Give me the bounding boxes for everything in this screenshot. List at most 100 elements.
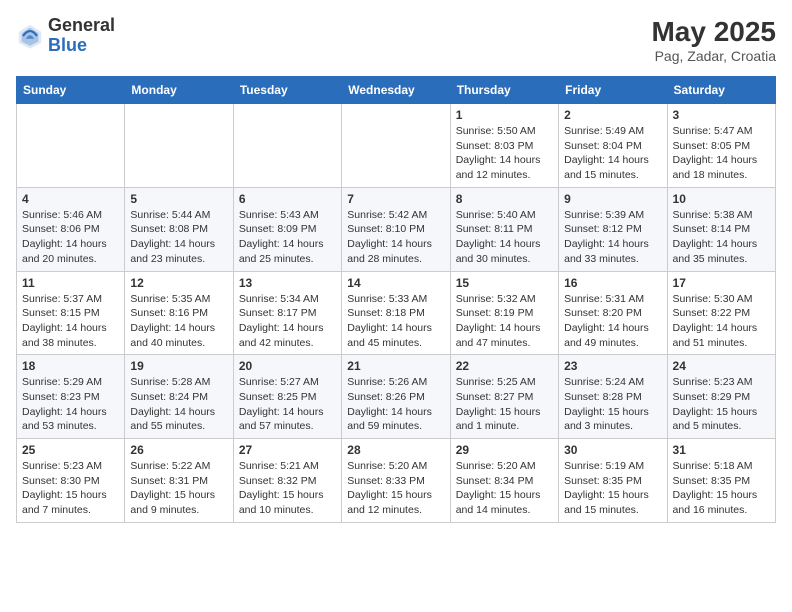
weekday-header-saturday: Saturday [667,77,775,104]
day-info: Sunrise: 5:47 AMSunset: 8:05 PMDaylight:… [673,124,770,183]
day-number: 1 [456,108,553,122]
title-block: May 2025 Pag, Zadar, Croatia [651,16,776,64]
weekday-header-wednesday: Wednesday [342,77,450,104]
day-info: Sunrise: 5:40 AMSunset: 8:11 PMDaylight:… [456,208,553,267]
day-info: Sunrise: 5:23 AMSunset: 8:30 PMDaylight:… [22,459,119,518]
day-info: Sunrise: 5:26 AMSunset: 8:26 PMDaylight:… [347,375,444,434]
day-number: 21 [347,359,444,373]
day-info: Sunrise: 5:23 AMSunset: 8:29 PMDaylight:… [673,375,770,434]
day-info: Sunrise: 5:32 AMSunset: 8:19 PMDaylight:… [456,292,553,351]
month-year-title: May 2025 [651,16,776,48]
day-info: Sunrise: 5:31 AMSunset: 8:20 PMDaylight:… [564,292,661,351]
day-number: 20 [239,359,336,373]
day-number: 23 [564,359,661,373]
day-number: 13 [239,276,336,290]
weekday-header-friday: Friday [559,77,667,104]
day-number: 8 [456,192,553,206]
weekday-header-monday: Monday [125,77,233,104]
calendar-cell: 12 Sunrise: 5:35 AMSunset: 8:16 PMDayligh… [125,271,233,355]
day-number: 17 [673,276,770,290]
day-info: Sunrise: 5:43 AMSunset: 8:09 PMDaylight:… [239,208,336,267]
day-info: Sunrise: 5:20 AMSunset: 8:34 PMDaylight:… [456,459,553,518]
day-info: Sunrise: 5:28 AMSunset: 8:24 PMDaylight:… [130,375,227,434]
calendar-cell: 28 Sunrise: 5:20 AMSunset: 8:33 PMDayligh… [342,439,450,523]
calendar-header-row: SundayMondayTuesdayWednesdayThursdayFrid… [17,77,776,104]
logo-text: General Blue [48,16,115,56]
weekday-header-sunday: Sunday [17,77,125,104]
calendar-cell: 17 Sunrise: 5:30 AMSunset: 8:22 PMDayligh… [667,271,775,355]
day-info: Sunrise: 5:42 AMSunset: 8:10 PMDaylight:… [347,208,444,267]
calendar-cell: 20 Sunrise: 5:27 AMSunset: 8:25 PMDayligh… [233,355,341,439]
calendar-week-row: 1 Sunrise: 5:50 AMSunset: 8:03 PMDaylight… [17,104,776,188]
calendar-table: SundayMondayTuesdayWednesdayThursdayFrid… [16,76,776,523]
day-number: 28 [347,443,444,457]
day-number: 22 [456,359,553,373]
day-number: 7 [347,192,444,206]
calendar-cell: 6 Sunrise: 5:43 AMSunset: 8:09 PMDaylight… [233,187,341,271]
day-info: Sunrise: 5:33 AMSunset: 8:18 PMDaylight:… [347,292,444,351]
day-info: Sunrise: 5:27 AMSunset: 8:25 PMDaylight:… [239,375,336,434]
day-info: Sunrise: 5:29 AMSunset: 8:23 PMDaylight:… [22,375,119,434]
calendar-cell: 5 Sunrise: 5:44 AMSunset: 8:08 PMDaylight… [125,187,233,271]
day-number: 3 [673,108,770,122]
day-number: 24 [673,359,770,373]
day-number: 27 [239,443,336,457]
day-number: 6 [239,192,336,206]
day-number: 4 [22,192,119,206]
calendar-week-row: 18 Sunrise: 5:29 AMSunset: 8:23 PMDayligh… [17,355,776,439]
logo-general-text: General [48,15,115,35]
day-number: 12 [130,276,227,290]
day-number: 11 [22,276,119,290]
day-info: Sunrise: 5:25 AMSunset: 8:27 PMDaylight:… [456,375,553,434]
day-info: Sunrise: 5:30 AMSunset: 8:22 PMDaylight:… [673,292,770,351]
day-number: 15 [456,276,553,290]
calendar-week-row: 11Sunrise: 5:37 AMSunset: 8:15 PMDayligh… [17,271,776,355]
logo: General Blue [16,16,115,56]
calendar-cell: 9Sunrise: 5:39 AMSunset: 8:12 PMDaylight… [559,187,667,271]
calendar-cell [125,104,233,188]
calendar-cell: 14Sunrise: 5:33 AMSunset: 8:18 PMDayligh… [342,271,450,355]
calendar-cell: 8 Sunrise: 5:40 AMSunset: 8:11 PMDaylight… [450,187,558,271]
day-number: 26 [130,443,227,457]
weekday-header-thursday: Thursday [450,77,558,104]
calendar-cell: 27Sunrise: 5:21 AMSunset: 8:32 PMDayligh… [233,439,341,523]
day-number: 31 [673,443,770,457]
calendar-cell: 1 Sunrise: 5:50 AMSunset: 8:03 PMDaylight… [450,104,558,188]
calendar-cell: 19 Sunrise: 5:28 AMSunset: 8:24 PMDayligh… [125,355,233,439]
day-number: 10 [673,192,770,206]
day-number: 25 [22,443,119,457]
day-info: Sunrise: 5:46 AMSunset: 8:06 PMDaylight:… [22,208,119,267]
calendar-cell: 3 Sunrise: 5:47 AMSunset: 8:05 PMDaylight… [667,104,775,188]
day-info: Sunrise: 5:22 AMSunset: 8:31 PMDaylight:… [130,459,227,518]
day-info: Sunrise: 5:18 AMSunset: 8:35 PMDaylight:… [673,459,770,518]
day-number: 30 [564,443,661,457]
calendar-cell: 7 Sunrise: 5:42 AMSunset: 8:10 PMDaylight… [342,187,450,271]
day-info: Sunrise: 5:38 AMSunset: 8:14 PMDaylight:… [673,208,770,267]
calendar-cell: 22 Sunrise: 5:25 AMSunset: 8:27 PMDayligh… [450,355,558,439]
calendar-cell: 25 Sunrise: 5:23 AMSunset: 8:30 PMDayligh… [17,439,125,523]
day-info: Sunrise: 5:44 AMSunset: 8:08 PMDaylight:… [130,208,227,267]
logo-icon [16,22,44,50]
day-info: Sunrise: 5:35 AMSunset: 8:16 PMDaylight:… [130,292,227,351]
calendar-cell: 24 Sunrise: 5:23 AMSunset: 8:29 PMDayligh… [667,355,775,439]
day-info: Sunrise: 5:34 AMSunset: 8:17 PMDaylight:… [239,292,336,351]
calendar-cell: 15 Sunrise: 5:32 AMSunset: 8:19 PMDayligh… [450,271,558,355]
calendar-cell [233,104,341,188]
calendar-cell: 21 Sunrise: 5:26 AMSunset: 8:26 PMDayligh… [342,355,450,439]
day-number: 16 [564,276,661,290]
day-number: 29 [456,443,553,457]
calendar-cell [17,104,125,188]
day-number: 18 [22,359,119,373]
calendar-cell: 10 Sunrise: 5:38 AMSunset: 8:14 PMDayligh… [667,187,775,271]
day-info: Sunrise: 5:50 AMSunset: 8:03 PMDaylight:… [456,124,553,183]
day-info: Sunrise: 5:20 AMSunset: 8:33 PMDaylight:… [347,459,444,518]
calendar-cell: 23Sunrise: 5:24 AMSunset: 8:28 PMDayligh… [559,355,667,439]
calendar-week-row: 4 Sunrise: 5:46 AMSunset: 8:06 PMDaylight… [17,187,776,271]
calendar-week-row: 25 Sunrise: 5:23 AMSunset: 8:30 PMDayligh… [17,439,776,523]
calendar-cell: 26 Sunrise: 5:22 AMSunset: 8:31 PMDayligh… [125,439,233,523]
calendar-cell: 18 Sunrise: 5:29 AMSunset: 8:23 PMDayligh… [17,355,125,439]
day-number: 19 [130,359,227,373]
day-number: 5 [130,192,227,206]
day-info: Sunrise: 5:39 AMSunset: 8:12 PMDaylight:… [564,208,661,267]
location-subtitle: Pag, Zadar, Croatia [651,48,776,64]
